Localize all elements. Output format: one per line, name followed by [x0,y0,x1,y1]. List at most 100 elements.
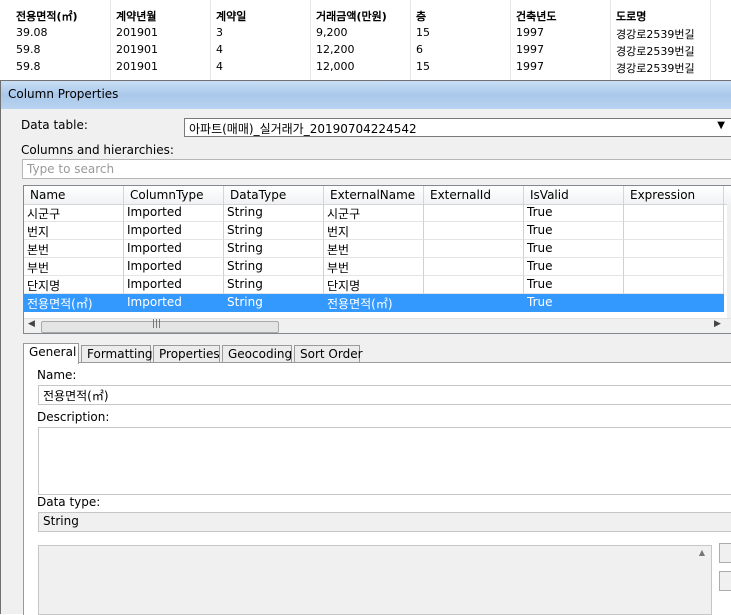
cell-expression [624,276,724,294]
table-cell: 12,000 [316,60,355,73]
chevron-down-icon: ▼ [717,120,725,131]
columns-grid: Name ColumnType DataType ExternalName Ex… [23,185,731,334]
table-row[interactable]: 번지 Imported String 번지 True [24,222,724,240]
cell-externalname: 단지명 [324,276,424,294]
grid-header-name[interactable]: Name [24,186,124,204]
cell-expression [624,258,724,276]
table-cell: 15 [416,26,430,39]
cell-externalname: 번지 [324,222,424,240]
data-type-field: String [38,512,731,532]
cell-externalname: 본번 [324,240,424,258]
vertical-scrollbar[interactable] [727,204,731,318]
table-row[interactable]: 부번 Imported String 부번 True [24,258,724,276]
tab-general[interactable]: General [23,343,79,364]
description-field[interactable] [38,427,731,495]
cell-name: 본번 [24,240,124,258]
header-cell: 건축년도 [516,10,557,23]
scroll-left-icon[interactable]: ◀ [28,319,35,329]
data-table-label: Data table: [21,118,88,132]
table-cell: 9,200 [316,26,348,39]
table-row[interactable]: 시군구 Imported String 시군구 True [24,204,724,222]
scroll-up-icon[interactable]: ▲ [695,548,709,562]
data-table-dropdown[interactable]: 아파트(매매)_실거래가_20190704224542 ▼ [184,118,731,137]
name-field[interactable]: 전용면적(㎡) [38,385,731,405]
background-spreadsheet: 전용면적(㎡) 계약년월 계약일 거래금액(만원) 층 건축년도 도로명 39.… [0,0,731,80]
table-cell: 1997 [516,43,544,56]
cell-externalname: 전용면적(㎡) [324,294,424,312]
column-divider [510,0,511,80]
cell-isvalid: True [524,258,624,276]
header-cell: 층 [416,10,427,23]
table-cell: 4 [216,43,223,56]
grid-header-expression[interactable]: Expression [624,186,724,204]
scroll-thumb[interactable]: ||| [41,319,279,333]
grip-icon: ||| [152,319,162,329]
cell-externalid [424,222,524,240]
table-cell: 15 [416,60,430,73]
cell-name: 번지 [24,222,124,240]
cell-name: 부번 [24,258,124,276]
data-type-label: Data type: [37,495,101,509]
description-label: Description: [37,410,110,424]
name-field-value: 전용면적(㎡) [43,389,109,403]
column-divider [110,0,111,80]
column-divider [610,0,611,80]
column-divider [210,0,211,80]
grid-header-externalid[interactable]: ExternalId [424,186,524,204]
cell-datatype: String [224,204,324,222]
cell-isvalid: True [524,294,624,312]
cell-externalname: 시군구 [324,204,424,222]
cell-columntype: Imported [124,222,224,240]
cell-expression [624,240,724,258]
dialog-title: Column Properties [8,87,119,101]
side-button-2[interactable] [719,571,731,591]
cell-externalname: 부번 [324,258,424,276]
table-cell: 경강로2539번길 [616,45,695,58]
search-input[interactable]: Type to search [22,159,731,179]
grid-header-isvalid[interactable]: IsValid [524,186,624,204]
table-cell: 201901 [116,26,158,39]
tab-geocoding[interactable]: Geocoding [222,345,292,363]
cell-name: 시군구 [24,204,124,222]
grid-header-columntype[interactable]: ColumnType [124,186,224,204]
horizontal-scrollbar[interactable]: ◀ ||| ▶ [24,318,731,333]
table-cell: 39.08 [16,26,48,39]
column-divider [310,0,311,80]
grid-header-datatype[interactable]: DataType [224,186,324,204]
grid-header-externalname[interactable]: ExternalName [324,186,424,204]
cell-externalid [424,294,524,312]
cell-name: 전용면적(㎡) [24,294,124,312]
tab-properties[interactable]: Properties [153,345,220,363]
cell-isvalid: True [524,222,624,240]
scroll-right-icon[interactable]: ▶ [714,319,721,329]
header-cell: 전용면적(㎡) [16,10,78,23]
cell-columntype: Imported [124,276,224,294]
cell-columntype: Imported [124,258,224,276]
cell-datatype: String [224,276,324,294]
tab-sort-order[interactable]: Sort Order [294,345,363,363]
table-cell: 59.8 [16,43,41,56]
header-cell: 거래금액(만원) [316,10,387,23]
cell-expression [624,294,724,312]
grid-header-row: Name ColumnType DataType ExternalName Ex… [24,186,731,205]
cell-columntype: Imported [124,294,224,312]
tab-formatting[interactable]: Formatting [81,345,153,363]
column-divider [710,0,711,80]
cell-externalid [424,204,524,222]
expression-box[interactable]: ▲ [38,545,712,615]
cell-expression [624,204,724,222]
title-bar[interactable]: Column Properties [1,81,731,109]
table-cell: 12,200 [316,43,355,56]
table-cell: 6 [416,43,423,56]
cell-datatype: String [224,222,324,240]
table-row-selected[interactable]: 전용면적(㎡) Imported String 전용면적(㎡) True [24,294,724,312]
cell-columntype: Imported [124,204,224,222]
side-button-1[interactable] [719,543,731,563]
table-row[interactable]: 단지명 Imported String 단지명 True [24,276,724,294]
header-cell: 계약일 [216,10,247,23]
columns-label: Columns and hierarchies: [21,143,174,157]
table-cell: 59.8 [16,60,41,73]
table-row[interactable]: 본번 Imported String 본번 True [24,240,724,258]
search-placeholder: Type to search [27,162,115,176]
table-cell: 4 [216,60,223,73]
